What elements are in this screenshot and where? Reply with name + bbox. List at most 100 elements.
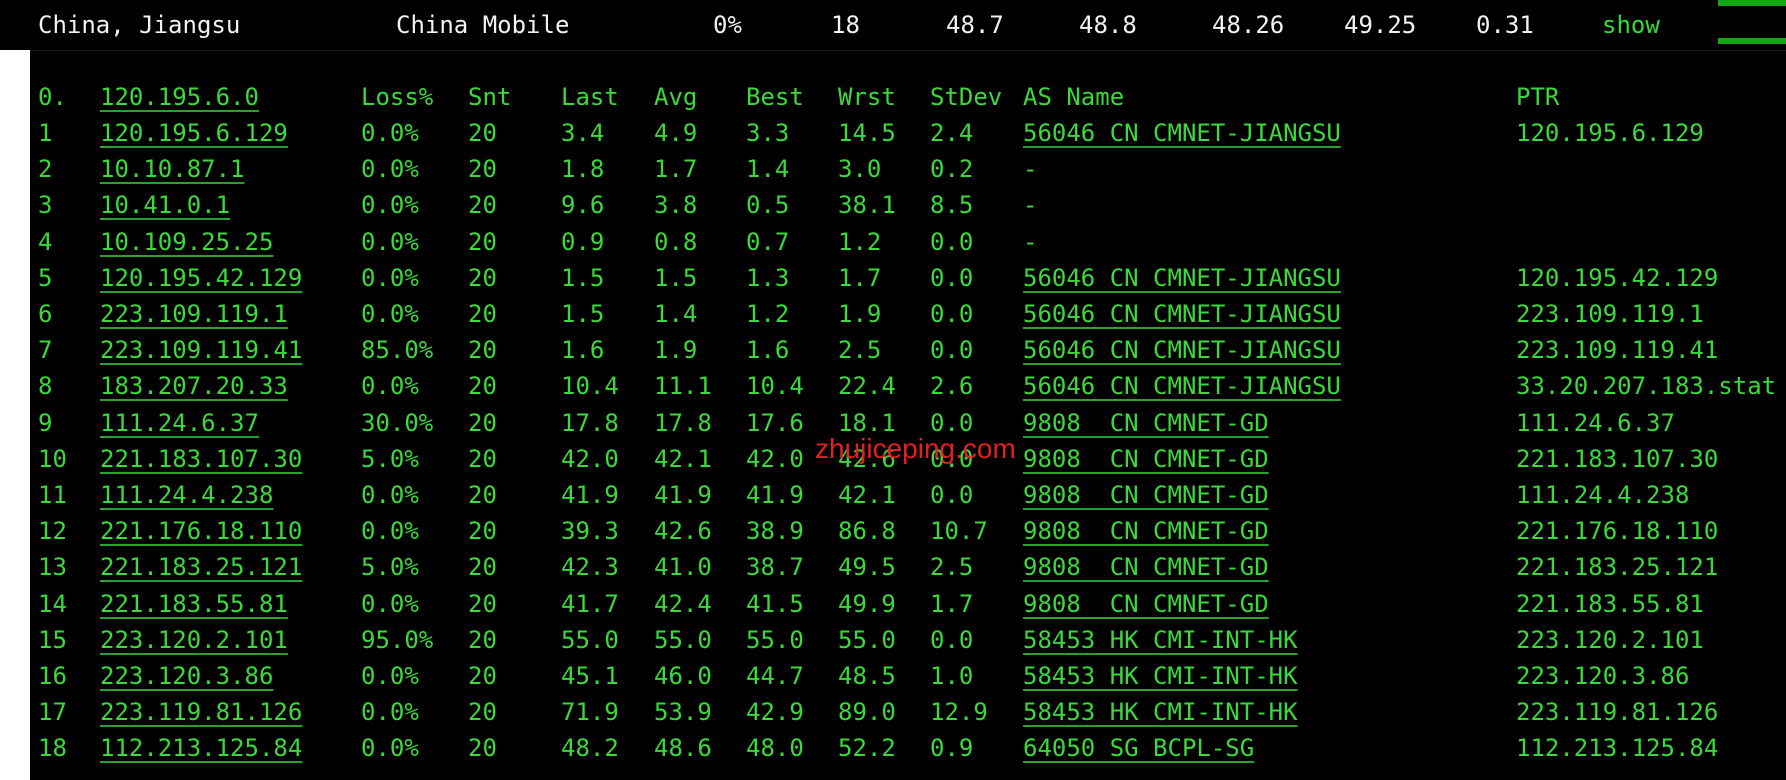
table-row: 2 10.10.87.1 0.0% 20 1.8 1.7 1.4 3.0 0.2 - [30,151,1786,187]
hop-loss: 85.0% [361,336,434,365]
hop-ptr: 111.24.6.37 [1516,408,1675,437]
hop-as-link[interactable]: 56046 CN CMNET-JIANGSU [1023,115,1341,151]
hop-loss: 0.0% [361,300,419,328]
hop-as-link[interactable]: 56046 CN CMNET-JIANGSU [1023,332,1341,368]
hop-loss: 30.0% [361,408,434,437]
hop-ip-link[interactable]: 221.183.107.30 [100,441,302,477]
hop-ip-link[interactable]: 223.119.81.126 [100,694,302,730]
hop-avg: 42.4 [654,589,712,618]
hop-wrst: 42.1 [838,481,896,509]
hop-last: 55.0 [561,625,619,654]
hop-stdev: 1.7 [930,589,974,618]
hop-wrst: 86.8 [838,517,896,546]
hop-ip-link[interactable]: 221.183.55.81 [100,586,288,622]
header-host-link[interactable]: 120.195.6.0 [100,79,259,115]
hop-ip-link[interactable]: 10.41.0.1 [100,187,230,223]
hop-as-link[interactable]: 58453 HK CMI-INT-HK [1023,694,1298,730]
hop-as-name: - [1023,191,1038,220]
header-snt: Snt [468,83,512,111]
hop-index: 18 [38,734,67,763]
table-row: 7 223.109.119.41 85.0% 20 1.6 1.9 1.6 2.5 0.0 560… [30,332,1786,368]
hop-ip-link[interactable]: 221.183.25.121 [100,549,302,585]
hop-avg: 1.5 [654,263,698,292]
hop-ip-link[interactable]: 223.109.119.1 [100,296,288,332]
hop-avg: 1.7 [654,155,698,184]
hop-wrst: 52.2 [838,734,896,763]
hop-loss: 0.0% [361,227,419,256]
summary-hops: 18 [831,11,860,39]
isp-label: China Mobile [396,11,570,39]
hop-as-link[interactable]: 9808 CN CMNET-GD [1023,405,1269,441]
table-row: 6 223.109.119.1 0.0% 20 1.5 1.4 1.2 1.9 0.0 56046… [30,296,1786,332]
hop-ip-link[interactable]: 223.120.3.86 [100,658,273,694]
hop-loss: 0.0% [361,191,419,220]
hop-as-link[interactable]: 9808 CN CMNET-GD [1023,441,1269,477]
hop-as-link[interactable]: 58453 HK CMI-INT-HK [1023,622,1298,658]
hop-index: 12 [38,517,67,546]
hop-snt: 20 [468,481,497,509]
hop-loss: 5.0% [361,444,419,473]
hop-snt: 20 [468,227,497,256]
hop-avg: 48.6 [654,734,712,763]
hop-as-link[interactable]: 9808 CN CMNET-GD [1023,586,1269,622]
hop-index: 1 [38,119,53,147]
hop-as-link[interactable]: 56046 CN CMNET-JIANGSU [1023,296,1341,332]
header-stdev: StDev [930,83,1003,111]
hop-index: 13 [38,553,67,582]
hop-as-link[interactable]: 58453 HK CMI-INT-HK [1023,658,1298,694]
table-row: 15 223.120.2.101 95.0% 20 55.0 55.0 55.0 55.0 0.… [30,622,1786,658]
hop-ptr: 112.213.125.84 [1516,734,1719,763]
table-row: 5 120.195.42.129 0.0% 20 1.5 1.5 1.3 1.7 0.0 5604… [30,260,1786,296]
hop-snt: 20 [468,625,497,654]
hop-ptr: 221.176.18.110 [1516,517,1719,546]
hop-as-link[interactable]: 56046 CN CMNET-JIANGSU [1023,260,1341,296]
hop-as-link[interactable]: 9808 CN CMNET-GD [1023,513,1269,549]
hop-ptr: 223.109.119.1 [1516,300,1704,328]
hop-index: 7 [38,336,53,365]
hop-ptr: 120.195.6.129 [1516,119,1704,147]
hop-snt: 20 [468,408,497,437]
hop-index: 14 [38,589,67,618]
hop-snt: 20 [468,119,497,147]
hop-avg: 42.6 [654,517,712,546]
hop-ip-link[interactable]: 183.207.20.33 [100,368,288,404]
hop-ip-link[interactable]: 112.213.125.84 [100,730,302,766]
table-row: 16 223.120.3.86 0.0% 20 45.1 46.0 44.7 48.5 1.0 5… [30,658,1786,694]
hop-loss: 0.0% [361,517,419,546]
hop-stdev: 0.0 [930,481,974,509]
hop-wrst: 22.4 [838,372,896,401]
table-row: 8 183.207.20.33 0.0% 20 10.4 11.1 10.4 22.4 2.6 5… [30,368,1786,404]
hop-last: 41.9 [561,481,619,509]
hop-ip-link[interactable]: 120.195.6.129 [100,115,288,151]
hop-ptr: 223.120.2.101 [1516,625,1704,654]
hop-ptr: 223.109.119.41 [1516,336,1719,365]
show-link[interactable]: show [1602,0,1660,50]
hop-wrst: 14.5 [838,119,896,147]
hop-ip-link[interactable]: 223.109.119.41 [100,332,302,368]
hop-as-link[interactable]: 64050 SG BCPL-SG [1023,730,1254,766]
hop-ip-link[interactable]: 223.120.2.101 [100,622,288,658]
hop-ip-link[interactable]: 10.109.25.25 [100,224,273,260]
hop-loss: 0.0% [361,155,419,184]
hop-as-link[interactable]: 56046 CN CMNET-JIANGSU [1023,368,1341,404]
summary-v1: 48.7 [946,11,1004,39]
hop-ip-link[interactable]: 111.24.6.37 [100,405,259,441]
hop-ip-link[interactable]: 10.10.87.1 [100,151,245,187]
hop-ip-link[interactable]: 221.176.18.110 [100,513,302,549]
hop-last: 48.2 [561,734,619,763]
hop-stdev: 0.0 [930,300,974,328]
hop-as-link[interactable]: 9808 CN CMNET-GD [1023,549,1269,585]
hop-ptr: 223.119.81.126 [1516,698,1719,727]
header-best: Best [746,83,804,111]
hop-ip-link[interactable]: 120.195.42.129 [100,260,302,296]
hop-best: 3.3 [746,119,790,147]
hop-as-link[interactable]: 9808 CN CMNET-GD [1023,477,1269,513]
table-row: 14 221.183.55.81 0.0% 20 41.7 42.4 41.5 49.9 1.7… [30,586,1786,622]
hop-wrst: 49.5 [838,553,896,582]
hop-wrst: 48.5 [838,662,896,690]
hop-index: 4 [38,227,53,256]
hop-avg: 53.9 [654,698,712,727]
hop-stdev: 0.0 [930,336,974,365]
hop-ip-link[interactable]: 111.24.4.238 [100,477,273,513]
hop-best: 1.2 [746,300,790,328]
